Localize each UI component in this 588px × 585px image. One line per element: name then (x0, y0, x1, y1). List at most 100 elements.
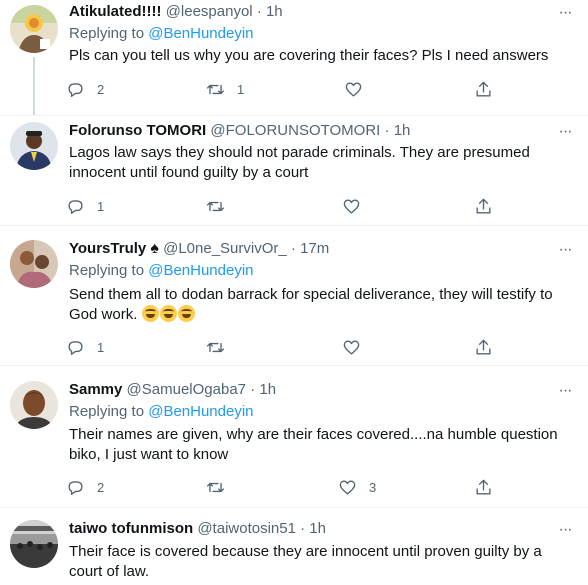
replying-to-handle[interactable]: @BenHundeyin (148, 25, 253, 42)
share-button[interactable] (474, 195, 493, 217)
share-button[interactable] (474, 78, 493, 100)
separator: · (300, 520, 306, 537)
reply-button[interactable]: 2 (66, 476, 104, 498)
divider (0, 507, 588, 508)
replying-to-handle[interactable]: @BenHundeyin (148, 403, 253, 420)
reply-button[interactable]: 1 (66, 195, 104, 217)
tweet-2[interactable]: Folorunso TOMORI @FOLORUNSOTOMORI · 1h ·… (0, 115, 588, 225)
heart-icon (345, 81, 362, 97)
avatar[interactable] (10, 122, 58, 170)
reply-button[interactable]: 2 (66, 78, 104, 100)
retweet-button[interactable] (206, 476, 237, 498)
like-button[interactable] (344, 78, 375, 100)
separator: · (290, 240, 296, 257)
tweet-text-line: Pls can you tell us why you are covering… (69, 47, 549, 64)
tweet-3[interactable]: YoursTruly ♠ @L0ne_SurvivOr_ · 17m ··· R… (0, 225, 588, 365)
reply-icon (68, 480, 83, 495)
heart-icon (343, 198, 360, 214)
display-name[interactable]: Folorunso TOMORI (69, 122, 206, 139)
reply-icon (68, 340, 83, 355)
username[interactable]: @SamuelOgaba7 (127, 381, 246, 398)
tweet-text: Their names are given, why are their fac… (69, 425, 569, 465)
share-icon (476, 198, 491, 214)
action-bar: 1 (66, 336, 506, 358)
tweet-text: Send them all to dodan barrack for speci… (69, 285, 569, 325)
replying-to: Replying to @BenHundeyin (69, 24, 254, 44)
replying-to-label: Replying to (69, 403, 145, 420)
tweet-text-line: court of law. (69, 563, 150, 580)
display-name[interactable]: YoursTruly (69, 240, 146, 257)
like-button[interactable]: 3 (338, 476, 376, 498)
more-icon[interactable]: ··· (556, 124, 574, 143)
share-button[interactable] (474, 476, 493, 498)
retweet-count: 1 (237, 81, 245, 97)
spade-badge: ♠ (150, 240, 159, 257)
divider (0, 115, 588, 116)
display-name[interactable]: taiwo tofunmison (69, 520, 193, 537)
avatar[interactable] (10, 5, 58, 53)
like-button[interactable] (342, 195, 373, 217)
replying-to: Replying to @BenHundeyin (69, 402, 254, 422)
heart-icon (343, 339, 360, 355)
divider (0, 365, 588, 366)
tweet-5[interactable]: taiwo tofunmison @taiwotosin51 · 1h ··· … (0, 507, 588, 585)
like-button[interactable] (342, 336, 373, 358)
timestamp[interactable]: 1h (259, 381, 276, 398)
username[interactable]: @leespanyol (166, 3, 253, 20)
tweet-text: Pls can you tell us why you are covering… (69, 46, 569, 66)
reply-count: 1 (97, 198, 105, 214)
retweet-button[interactable] (206, 195, 237, 217)
retweet-icon (206, 201, 225, 211)
tweet-1[interactable]: Atikulated!!!! @leespanyol · 1h ··· Repl… (0, 0, 588, 115)
separator: · (384, 122, 390, 139)
separator: · (256, 3, 262, 20)
more-icon[interactable]: ··· (556, 5, 574, 24)
heart-icon (339, 479, 356, 495)
avatar[interactable] (10, 520, 58, 568)
username[interactable]: @taiwotosin51 (197, 520, 296, 537)
tweet-text-line: Their face is covered because they are i… (69, 543, 542, 560)
tweet-4[interactable]: Sammy @SamuelOgaba7 · 1h ··· Replying to… (0, 365, 588, 507)
avatar[interactable] (10, 381, 58, 429)
tweet-text-line: Their names are given, why are their fac… (69, 426, 558, 443)
username[interactable]: @FOLORUNSOTOMORI (210, 122, 380, 139)
share-button[interactable] (474, 336, 493, 358)
tweet-text-line: innocent until found guilty by a court (69, 164, 309, 181)
action-bar: 2 3 (66, 476, 506, 498)
divider (0, 225, 588, 226)
tweet-text-line: biko, I just want to know (69, 446, 229, 463)
more-icon[interactable]: ··· (556, 522, 574, 541)
action-bar: 1 (66, 195, 506, 217)
replying-to-label: Replying to (69, 262, 145, 279)
replying-to-label: Replying to (69, 25, 145, 42)
action-bar: 2 1 (66, 78, 506, 100)
display-name[interactable]: Atikulated!!!! (69, 3, 162, 20)
timestamp[interactable]: 1h (309, 520, 326, 537)
tweet-text-line: Send them all to dodan barrack for speci… (69, 286, 553, 303)
replying-to-handle[interactable]: @BenHundeyin (148, 262, 253, 279)
username[interactable]: @L0ne_SurvivOr_ (163, 240, 287, 257)
rolling-on-floor-laughing-emoji (141, 305, 159, 322)
retweet-icon (206, 482, 225, 492)
more-icon[interactable]: ··· (556, 383, 574, 402)
tweet-header: taiwo tofunmison @taiwotosin51 · 1h (69, 519, 326, 539)
separator: · (250, 381, 256, 398)
retweet-button[interactable]: 1 (206, 78, 244, 100)
reply-icon (68, 199, 83, 214)
timestamp[interactable]: 17m (300, 240, 329, 257)
rolling-on-floor-laughing-emoji (159, 305, 177, 322)
reply-feed: Atikulated!!!! @leespanyol · 1h ··· Repl… (0, 0, 588, 585)
tweet-header: Sammy @SamuelOgaba7 · 1h (69, 380, 276, 400)
reply-button[interactable]: 1 (66, 336, 104, 358)
display-name[interactable]: Sammy (69, 381, 122, 398)
rolling-on-floor-laughing-emoji (177, 305, 195, 322)
avatar[interactable] (10, 240, 58, 288)
reply-count: 2 (97, 479, 105, 495)
reply-icon (68, 82, 83, 97)
tweet-header: Folorunso TOMORI @FOLORUNSOTOMORI · 1h (69, 121, 410, 141)
retweet-button[interactable] (206, 336, 237, 358)
timestamp[interactable]: 1h (266, 3, 283, 20)
share-icon (476, 479, 491, 495)
more-icon[interactable]: ··· (556, 242, 574, 261)
timestamp[interactable]: 1h (394, 122, 411, 139)
